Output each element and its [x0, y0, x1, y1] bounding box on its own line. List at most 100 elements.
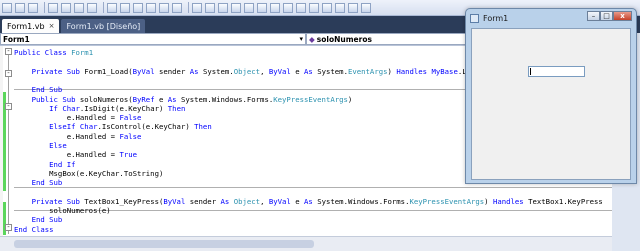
code-token: e: [290, 196, 305, 206]
code-token: As: [304, 196, 313, 206]
toolbar-button-icon[interactable]: [335, 2, 345, 13]
code-token: KeyPressEventArgs: [409, 196, 485, 206]
collapse-icon[interactable]: -: [5, 48, 12, 55]
text-caret: [530, 68, 531, 75]
code-token: Object: [233, 196, 261, 206]
code-token: Public Class: [14, 48, 72, 57]
horizontal-scrollbar[interactable]: [0, 236, 612, 251]
code-token: End Sub: [14, 178, 63, 188]
form1-client-area: [471, 28, 631, 180]
toolbar-button-icon[interactable]: [205, 2, 215, 13]
collapse-icon[interactable]: -: [5, 224, 12, 231]
code-token: True: [119, 150, 138, 160]
code-token: False: [119, 131, 142, 141]
minimize-button[interactable]: –: [587, 11, 600, 21]
code-token: sender: [185, 196, 221, 206]
toolbar-button-icon[interactable]: [48, 2, 58, 13]
code-line[interactable]: End Sub: [14, 177, 63, 188]
code-token: MyBase: [431, 66, 458, 76]
code-token: EventArgs: [347, 66, 388, 76]
toolbar-button-icon[interactable]: [120, 2, 130, 13]
code-token: Private Sub: [14, 66, 85, 76]
code-token: TextBox1.KeyPress: [523, 196, 603, 206]
scrollbar-thumb[interactable]: [14, 240, 314, 248]
code-token: ): [484, 196, 493, 206]
code-token: End Class: [14, 224, 54, 234]
collapse-icon[interactable]: -: [5, 103, 12, 110]
collapse-icon[interactable]: -: [5, 70, 12, 77]
toolbar-button-icon[interactable]: [159, 2, 169, 13]
code-token: e: [290, 66, 305, 76]
code-token: Then: [194, 122, 212, 132]
form1-window[interactable]: Form1 – □ x: [465, 8, 637, 184]
code-token: sender: [154, 66, 190, 76]
chevron-down-icon[interactable]: ▾: [299, 35, 303, 43]
tab-form1-vb[interactable]: Form1.vb ×: [2, 19, 60, 33]
code-line[interactable]: Private Sub Form1_Load(ByVal sender As S…: [14, 66, 480, 77]
code-token: Handles: [492, 196, 524, 206]
code-token: As: [189, 66, 199, 76]
code-token: Then: [167, 103, 186, 113]
class-name-combo[interactable]: Form1 ▾: [0, 33, 306, 45]
code-token: System.Windows.Forms.: [312, 196, 410, 206]
code-token: ByVal: [132, 66, 155, 76]
toolbar-separator: [44, 2, 45, 13]
tab-label: Form1.vb [Diseño]: [66, 21, 141, 31]
toolbar-button-icon[interactable]: [322, 2, 332, 13]
toolbar-button-icon[interactable]: [87, 2, 97, 13]
code-token: ,: [260, 66, 269, 76]
toolbar-button-icon[interactable]: [244, 2, 254, 13]
toolbar-button-icon[interactable]: [28, 2, 38, 13]
toolbar-button-icon[interactable]: [348, 2, 358, 13]
close-icon[interactable]: ×: [49, 22, 55, 30]
toolbar-button-icon[interactable]: [309, 2, 319, 13]
toolbar-button-icon[interactable]: [74, 2, 84, 13]
form1-title: Form1: [483, 13, 509, 23]
toolbar-button-icon[interactable]: [61, 2, 71, 13]
toolbar-separator: [103, 2, 104, 13]
code-token: Handles: [396, 66, 428, 76]
code-line[interactable]: Public Class Form1: [14, 47, 93, 58]
code-token: ): [387, 66, 397, 76]
outline-line: [8, 54, 9, 234]
toolbar-button-icon[interactable]: [2, 2, 12, 13]
toolbar-button-icon[interactable]: [361, 2, 371, 13]
code-token: ,: [260, 196, 269, 206]
toolbar-button-icon[interactable]: [133, 2, 143, 13]
window-buttons: – □ x: [587, 11, 632, 21]
code-token: System.: [312, 66, 348, 76]
form-icon: [470, 13, 479, 23]
close-button[interactable]: x: [613, 11, 632, 21]
toolbar-separator: [188, 2, 189, 13]
code-token: ByVal: [268, 196, 291, 206]
toolbar-button-icon[interactable]: [218, 2, 228, 13]
toolbar-button-icon[interactable]: [296, 2, 306, 13]
code-token: ): [347, 94, 353, 104]
toolbar-button-icon[interactable]: [283, 2, 293, 13]
toolbar-button-icon[interactable]: [192, 2, 202, 13]
code-token: Form1_Load(: [84, 66, 133, 76]
textbox1-input[interactable]: [528, 66, 585, 77]
toolbar-button-icon[interactable]: [231, 2, 241, 13]
method-separator: [14, 187, 612, 188]
toolbar-button-icon[interactable]: [15, 2, 25, 13]
code-token: Form1: [71, 48, 94, 57]
toolbar-button-icon[interactable]: [172, 2, 182, 13]
tab-label: Form1.vb: [7, 21, 45, 31]
toolbar-button-icon[interactable]: [270, 2, 280, 13]
code-token: As: [220, 196, 230, 206]
toolbar-button-icon[interactable]: [257, 2, 267, 13]
code-token: ByVal: [163, 196, 186, 206]
form1-titlebar[interactable]: Form1 – □ x: [466, 9, 636, 27]
code-token: System.: [198, 66, 234, 76]
class-name-value: Form1: [3, 34, 30, 44]
method-name-value: soloNumeros: [316, 34, 372, 44]
code-line[interactable]: End Class: [14, 224, 54, 235]
tab-form1-design[interactable]: Form1.vb [Diseño]: [61, 19, 146, 33]
code-token: KeyPressEventArgs: [273, 94, 348, 104]
maximize-button[interactable]: □: [600, 11, 613, 21]
toolbar-button-icon[interactable]: [146, 2, 156, 13]
code-token: System.Windows.Forms.: [176, 94, 274, 104]
toolbar-button-icon[interactable]: [107, 2, 117, 13]
code-token: ByVal: [268, 66, 291, 76]
